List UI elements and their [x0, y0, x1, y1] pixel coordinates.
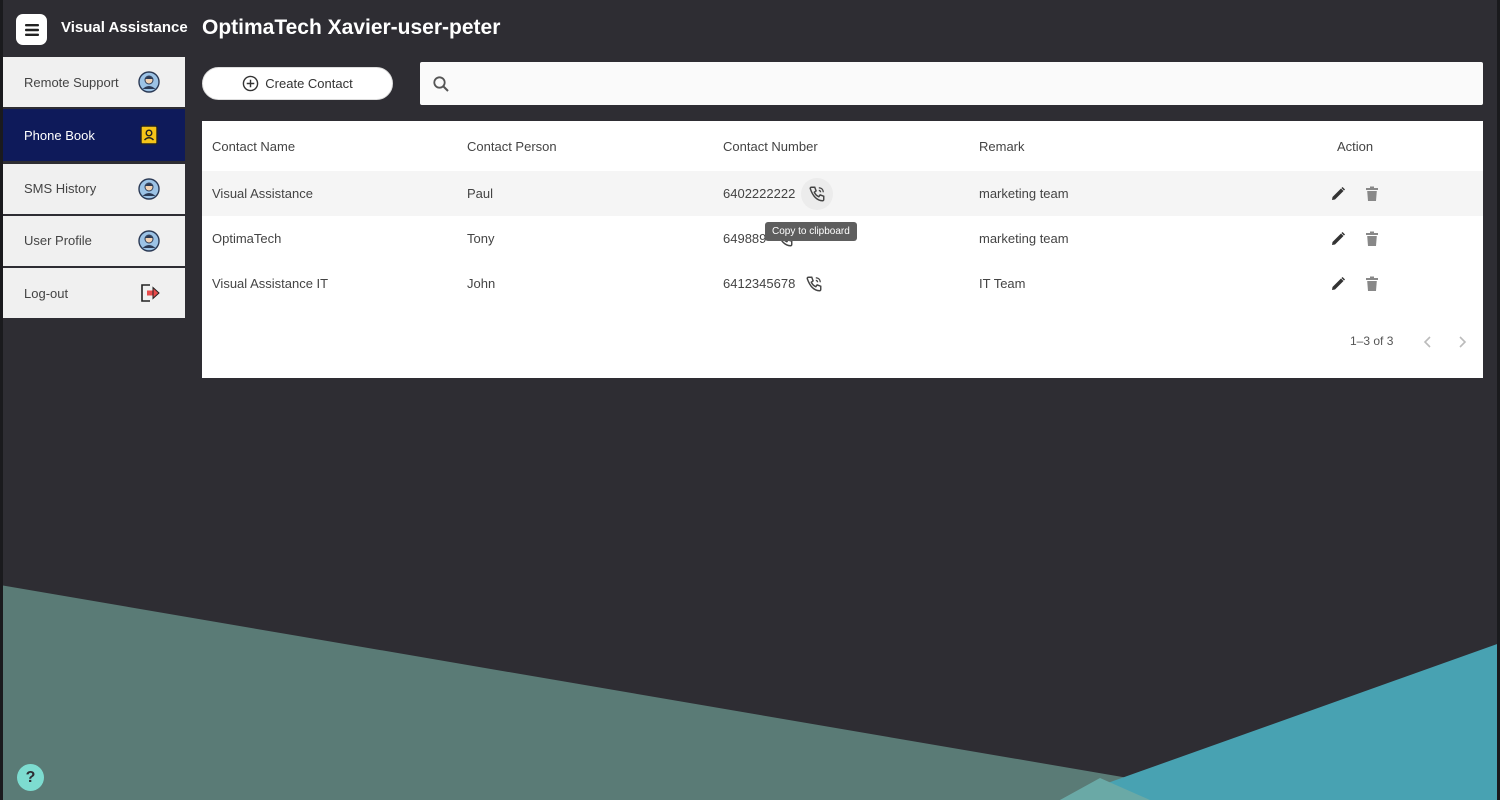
chevron-left-icon: [1423, 336, 1431, 348]
sidebar-item-log-out[interactable]: Log-out: [3, 268, 185, 319]
add-circle-icon: [242, 75, 259, 92]
sidebar-item-sms-history[interactable]: SMS History: [3, 163, 185, 214]
help-icon: ?: [25, 768, 36, 786]
sidebar-item-phone-book[interactable]: Phone Book: [3, 109, 185, 162]
row-actions: [1328, 229, 1382, 249]
sidebar: Remote Support Phone Book SMS History Us…: [3, 57, 185, 320]
contact-person: John: [467, 276, 496, 291]
table-row: Visual Assistance IT John 6412345678 IT …: [202, 261, 1483, 306]
contact-number-cell: 6402222222: [723, 177, 834, 210]
hamburger-icon: [24, 23, 39, 36]
search-icon: [433, 75, 449, 92]
edit-button[interactable]: [1328, 274, 1348, 294]
delete-button[interactable]: [1362, 229, 1382, 249]
sidebar-item-label: Log-out: [24, 285, 69, 301]
sidebar-item-label: User Profile: [24, 233, 92, 249]
next-page-button[interactable]: [1453, 333, 1471, 351]
phone-call-icon: [809, 186, 825, 201]
contact-book-icon: [137, 123, 161, 147]
sidebar-item-remote-support[interactable]: Remote Support: [3, 57, 185, 107]
contact-remark: IT Team: [979, 276, 1026, 291]
help-button[interactable]: ?: [17, 764, 44, 791]
contact-name: Visual Assistance IT: [212, 276, 329, 291]
copy-number-button[interactable]: [801, 177, 834, 210]
contacts-table: Contact Name Contact Person Contact Numb…: [202, 121, 1483, 378]
pencil-icon: [1332, 186, 1346, 200]
copy-number-button[interactable]: [801, 271, 827, 297]
page-title: OptimaTech Xavier-user-peter: [202, 16, 501, 39]
contact-number: 6412345678: [723, 276, 796, 291]
trash-icon: [1366, 186, 1378, 201]
contact-person: Tony: [467, 231, 495, 246]
contact-remark: marketing team: [979, 231, 1069, 246]
column-header-action: Action: [1337, 138, 1374, 154]
table-row: Visual Assistance Paul 6402222222 market…: [202, 171, 1483, 216]
contact-number: 6402222222: [723, 186, 796, 201]
column-header-contact-name[interactable]: Contact Name: [212, 139, 295, 154]
sidebar-item-label: Remote Support: [24, 74, 119, 90]
edit-button[interactable]: [1328, 229, 1348, 249]
trash-icon: [1366, 276, 1378, 291]
trash-icon: [1366, 231, 1378, 246]
phone-call-icon: [806, 276, 822, 291]
user-avatar-icon: [137, 177, 161, 201]
contact-person: Paul: [467, 186, 494, 201]
column-header-remark[interactable]: Remark: [979, 139, 1025, 154]
background-decoration: [0, 585, 1500, 800]
contact-name: Visual Assistance: [212, 186, 313, 201]
sidebar-item-label: Phone Book: [24, 127, 95, 143]
contact-name: OptimaTech: [212, 231, 282, 246]
contact-remark: marketing team: [979, 186, 1069, 201]
frame-edge-left: [0, 0, 3, 800]
contact-number: 649889: [723, 231, 767, 246]
menu-button[interactable]: [16, 14, 47, 45]
pagination-range: 1–3 of 3: [1350, 334, 1394, 348]
user-avatar-icon: [137, 70, 161, 94]
search-input[interactable]: [450, 62, 1483, 105]
edit-button[interactable]: [1328, 184, 1348, 204]
app-name: Visual Assistance: [61, 19, 188, 36]
contact-number-cell: 6412345678: [723, 271, 827, 297]
create-contact-label: Create Contact: [265, 76, 353, 91]
pencil-icon: [1332, 231, 1346, 245]
chevron-right-icon: [1459, 336, 1467, 348]
delete-button[interactable]: [1362, 274, 1382, 294]
logout-icon: [137, 281, 161, 305]
delete-button[interactable]: [1362, 184, 1382, 204]
column-header-contact-number[interactable]: Contact Number: [723, 139, 818, 154]
sidebar-item-label: SMS History: [24, 181, 97, 197]
row-actions: [1328, 274, 1382, 294]
user-avatar-icon: [137, 229, 161, 253]
search-bar: [420, 62, 1483, 105]
row-actions: [1328, 184, 1382, 204]
create-contact-button[interactable]: Create Contact: [202, 67, 393, 100]
sidebar-item-user-profile[interactable]: User Profile: [3, 215, 185, 266]
table-header-row: Contact Name Contact Person Contact Numb…: [202, 121, 1483, 171]
pencil-icon: [1332, 276, 1346, 290]
copy-tooltip: Copy to clipboard: [765, 222, 857, 241]
prev-page-button[interactable]: [1419, 333, 1437, 351]
column-header-contact-person[interactable]: Contact Person: [467, 139, 557, 154]
